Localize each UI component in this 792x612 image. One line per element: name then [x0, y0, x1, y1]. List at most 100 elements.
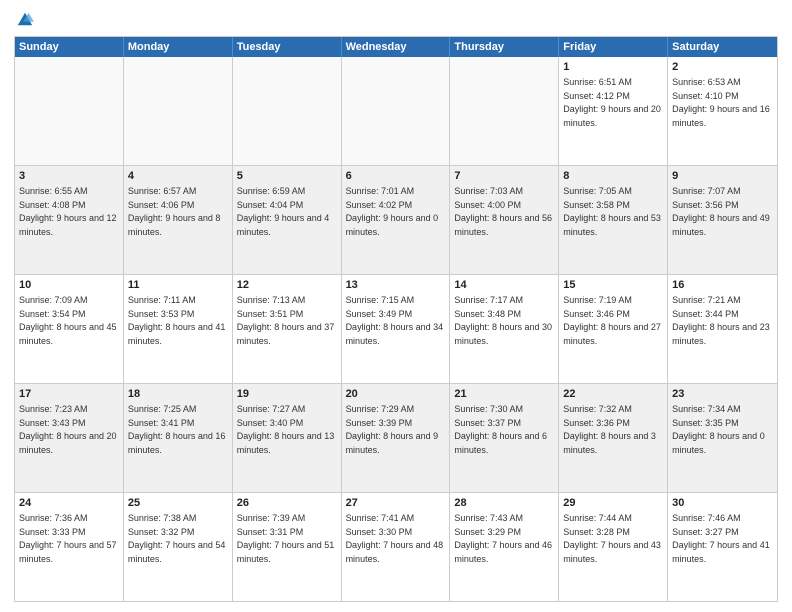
day-number: 6: [346, 169, 446, 184]
header-day-saturday: Saturday: [668, 37, 777, 57]
cell-text: Sunrise: 7:19 AM Sunset: 3:46 PM Dayligh…: [563, 295, 661, 346]
cal-cell-10: 10 Sunrise: 7:09 AM Sunset: 3:54 PM Dayli…: [15, 275, 124, 383]
week-row-1: 3 Sunrise: 6:55 AM Sunset: 4:08 PM Daylig…: [15, 166, 777, 275]
cal-cell-14: 14 Sunrise: 7:17 AM Sunset: 3:48 PM Dayli…: [450, 275, 559, 383]
week-row-3: 17 Sunrise: 7:23 AM Sunset: 3:43 PM Dayli…: [15, 384, 777, 493]
cal-cell-21: 21 Sunrise: 7:30 AM Sunset: 3:37 PM Dayli…: [450, 384, 559, 492]
cal-cell-15: 15 Sunrise: 7:19 AM Sunset: 3:46 PM Dayli…: [559, 275, 668, 383]
cell-text: Sunrise: 7:05 AM Sunset: 3:58 PM Dayligh…: [563, 186, 661, 237]
cell-text: Sunrise: 7:23 AM Sunset: 3:43 PM Dayligh…: [19, 404, 117, 455]
cal-cell-30: 30 Sunrise: 7:46 AM Sunset: 3:27 PM Dayli…: [668, 493, 777, 601]
week-row-0: 1Sunrise: 6:51 AM Sunset: 4:12 PM Daylig…: [15, 57, 777, 166]
cal-cell-empty: [342, 57, 451, 165]
cal-cell-11: 11 Sunrise: 7:11 AM Sunset: 3:53 PM Dayli…: [124, 275, 233, 383]
day-number: 26: [237, 496, 337, 511]
cell-text: Sunrise: 7:17 AM Sunset: 3:48 PM Dayligh…: [454, 295, 552, 346]
cal-cell-18: 18Sunrise: 7:25 AM Sunset: 3:41 PM Dayli…: [124, 384, 233, 492]
day-number: 19: [237, 387, 337, 402]
header-day-tuesday: Tuesday: [233, 37, 342, 57]
cell-text: Sunrise: 7:21 AM Sunset: 3:44 PM Dayligh…: [672, 295, 770, 346]
day-number: 9: [672, 169, 773, 184]
day-number: 22: [563, 387, 663, 402]
cal-cell-12: 12 Sunrise: 7:13 AM Sunset: 3:51 PM Dayli…: [233, 275, 342, 383]
cal-cell-3: 3 Sunrise: 6:55 AM Sunset: 4:08 PM Daylig…: [15, 166, 124, 274]
day-number: 10: [19, 278, 119, 293]
header-day-wednesday: Wednesday: [342, 37, 451, 57]
cal-cell-17: 17 Sunrise: 7:23 AM Sunset: 3:43 PM Dayli…: [15, 384, 124, 492]
day-number: 25: [128, 496, 228, 511]
week-row-2: 10 Sunrise: 7:09 AM Sunset: 3:54 PM Dayli…: [15, 275, 777, 384]
day-number: 8: [563, 169, 663, 184]
day-number: 21: [454, 387, 554, 402]
cal-cell-20: 20 Sunrise: 7:29 AM Sunset: 3:39 PM Dayli…: [342, 384, 451, 492]
cell-text: Sunrise: 7:27 AM Sunset: 3:40 PM Dayligh…: [237, 404, 335, 455]
cell-text: Sunrise: 7:41 AM Sunset: 3:30 PM Dayligh…: [346, 513, 444, 564]
day-number: 7: [454, 169, 554, 184]
header-day-sunday: Sunday: [15, 37, 124, 57]
day-number: 13: [346, 278, 446, 293]
cal-cell-19: 19 Sunrise: 7:27 AM Sunset: 3:40 PM Dayli…: [233, 384, 342, 492]
cal-cell-16: 16 Sunrise: 7:21 AM Sunset: 3:44 PM Dayli…: [668, 275, 777, 383]
cell-text: Sunrise: 7:01 AM Sunset: 4:02 PM Dayligh…: [346, 186, 439, 237]
cal-cell-25: 25Sunrise: 7:38 AM Sunset: 3:32 PM Dayli…: [124, 493, 233, 601]
cell-text: Sunrise: 7:46 AM Sunset: 3:27 PM Dayligh…: [672, 513, 770, 564]
day-number: 4: [128, 169, 228, 184]
day-number: 3: [19, 169, 119, 184]
day-number: 17: [19, 387, 119, 402]
day-number: 29: [563, 496, 663, 511]
cell-text: Sunrise: 7:11 AM Sunset: 3:53 PM Dayligh…: [128, 295, 226, 346]
day-number: 16: [672, 278, 773, 293]
day-number: 28: [454, 496, 554, 511]
cal-cell-7: 7 Sunrise: 7:03 AM Sunset: 4:00 PM Daylig…: [450, 166, 559, 274]
cell-text: Sunrise: 6:57 AM Sunset: 4:06 PM Dayligh…: [128, 186, 221, 237]
cell-text: Sunrise: 7:34 AM Sunset: 3:35 PM Dayligh…: [672, 404, 765, 455]
cal-cell-26: 26 Sunrise: 7:39 AM Sunset: 3:31 PM Dayli…: [233, 493, 342, 601]
cell-text: Sunrise: 7:32 AM Sunset: 3:36 PM Dayligh…: [563, 404, 656, 455]
calendar-body: 1Sunrise: 6:51 AM Sunset: 4:12 PM Daylig…: [15, 57, 777, 601]
header-day-friday: Friday: [559, 37, 668, 57]
cal-cell-1: 1Sunrise: 6:51 AM Sunset: 4:12 PM Daylig…: [559, 57, 668, 165]
day-number: 24: [19, 496, 119, 511]
cell-text: Sunrise: 6:53 AM Sunset: 4:10 PM Dayligh…: [672, 77, 770, 128]
cal-cell-6: 6 Sunrise: 7:01 AM Sunset: 4:02 PM Daylig…: [342, 166, 451, 274]
cal-cell-4: 4 Sunrise: 6:57 AM Sunset: 4:06 PM Daylig…: [124, 166, 233, 274]
cal-cell-22: 22 Sunrise: 7:32 AM Sunset: 3:36 PM Dayli…: [559, 384, 668, 492]
cell-text: Sunrise: 7:29 AM Sunset: 3:39 PM Dayligh…: [346, 404, 439, 455]
header: [14, 10, 778, 28]
cal-cell-2: 2 Sunrise: 6:53 AM Sunset: 4:10 PM Daylig…: [668, 57, 777, 165]
cal-cell-28: 28 Sunrise: 7:43 AM Sunset: 3:29 PM Dayli…: [450, 493, 559, 601]
cell-text: Sunrise: 7:09 AM Sunset: 3:54 PM Dayligh…: [19, 295, 117, 346]
logo: [14, 10, 34, 28]
cal-cell-23: 23Sunrise: 7:34 AM Sunset: 3:35 PM Dayli…: [668, 384, 777, 492]
cal-cell-27: 27 Sunrise: 7:41 AM Sunset: 3:30 PM Dayli…: [342, 493, 451, 601]
day-number: 15: [563, 278, 663, 293]
day-number: 30: [672, 496, 773, 511]
cell-text: Sunrise: 7:44 AM Sunset: 3:28 PM Dayligh…: [563, 513, 661, 564]
day-number: 14: [454, 278, 554, 293]
cal-cell-8: 8 Sunrise: 7:05 AM Sunset: 3:58 PM Daylig…: [559, 166, 668, 274]
day-number: 20: [346, 387, 446, 402]
calendar-header: SundayMondayTuesdayWednesdayThursdayFrid…: [15, 37, 777, 57]
day-number: 11: [128, 278, 228, 293]
cell-text: Sunrise: 7:43 AM Sunset: 3:29 PM Dayligh…: [454, 513, 552, 564]
day-number: 2: [672, 60, 773, 75]
cell-text: Sunrise: 6:55 AM Sunset: 4:08 PM Dayligh…: [19, 186, 117, 237]
cell-text: Sunrise: 7:39 AM Sunset: 3:31 PM Dayligh…: [237, 513, 335, 564]
cell-text: Sunrise: 7:30 AM Sunset: 3:37 PM Dayligh…: [454, 404, 547, 455]
header-day-monday: Monday: [124, 37, 233, 57]
cal-cell-13: 13 Sunrise: 7:15 AM Sunset: 3:49 PM Dayli…: [342, 275, 451, 383]
cal-cell-9: 9Sunrise: 7:07 AM Sunset: 3:56 PM Daylig…: [668, 166, 777, 274]
day-number: 12: [237, 278, 337, 293]
page: SundayMondayTuesdayWednesdayThursdayFrid…: [0, 0, 792, 612]
cal-cell-empty: [15, 57, 124, 165]
logo-icon: [16, 10, 34, 28]
cell-text: Sunrise: 7:15 AM Sunset: 3:49 PM Dayligh…: [346, 295, 444, 346]
cell-text: Sunrise: 6:59 AM Sunset: 4:04 PM Dayligh…: [237, 186, 330, 237]
cal-cell-5: 5Sunrise: 6:59 AM Sunset: 4:04 PM Daylig…: [233, 166, 342, 274]
cal-cell-empty: [124, 57, 233, 165]
cell-text: Sunrise: 7:03 AM Sunset: 4:00 PM Dayligh…: [454, 186, 552, 237]
cell-text: Sunrise: 6:51 AM Sunset: 4:12 PM Dayligh…: [563, 77, 661, 128]
day-number: 18: [128, 387, 228, 402]
cell-text: Sunrise: 7:13 AM Sunset: 3:51 PM Dayligh…: [237, 295, 335, 346]
day-number: 27: [346, 496, 446, 511]
